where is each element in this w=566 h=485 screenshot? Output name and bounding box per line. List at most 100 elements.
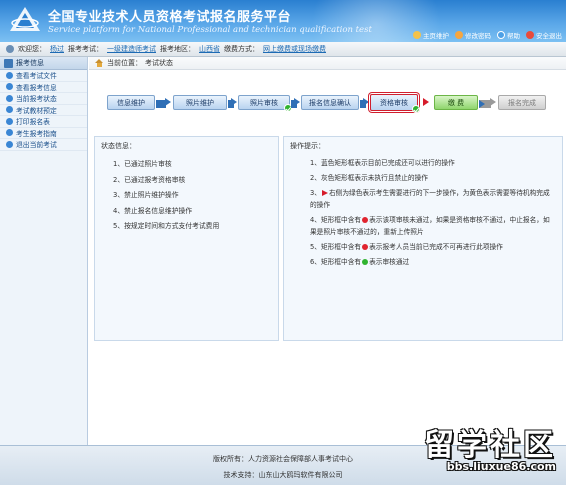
tip-text: 表示审核通过 (369, 258, 410, 266)
watermark-url: bbs.liuxue86.com (446, 460, 556, 473)
step-label: 缴 费 (447, 98, 465, 107)
sidebar-item-label: 考生报考指南 (16, 129, 57, 138)
next-step-arrow-icon (423, 98, 429, 106)
list-item: 3、 右侧为绿色表示考生需要进行的下一步操作，为黄色表示需要等待机构完成的操作 (310, 187, 556, 211)
sidebar-item-exit-exam[interactable]: 退出当前考试 (0, 139, 87, 151)
exam-label: 报考考试： (68, 45, 103, 53)
home-maintenance-link[interactable]: 主页维护 (413, 30, 449, 40)
top-links: 主页维护 修改密码 帮助 安全退出 (413, 30, 562, 40)
sidebar-title: 报考信息 (16, 59, 44, 67)
list-item: 2、已通过报考资格审核 (113, 175, 186, 184)
list-item: 6、矩形框中含有 表示审核通过 (310, 256, 556, 268)
bullet-icon (6, 83, 13, 91)
sidebar-item-view-exam-docs[interactable]: 查看考试文件 (0, 70, 87, 82)
tip-text: 表示报考人员当前已完成不可再进行此项操作 (369, 243, 503, 251)
breadcrumb: 当前位置： 考试状态 (89, 57, 566, 70)
arrow-right-icon (294, 98, 300, 106)
main-content: 当前位置： 考试状态 信息维护 照片维护 照片审核 报名信息确认 资格审核 缴 … (89, 57, 566, 445)
list-item: 4、禁止报名信息维护操作 (113, 206, 193, 215)
arrow-right-icon (165, 98, 171, 106)
operation-tips-title: 操作提示： (290, 142, 325, 150)
list-item: 2、灰色矩形框表示未执行且禁止的操作 (310, 172, 556, 184)
user-name-link[interactable]: 杨过 (50, 44, 64, 54)
step-label: 资格审核 (380, 98, 408, 107)
tip-text: 蓝色矩形框表示目前已完成还可以进行的操作 (320, 159, 455, 167)
sidebar-item-label: 打印报名表 (16, 118, 50, 127)
sidebar: 报考信息 查看考试文件 查看报考信息 当前报考状态 考试教材预定 打印报名表 考… (0, 57, 88, 445)
list-item: 5、矩形框中含有 表示报考人员当前已完成不可再进行此项操作 (310, 241, 556, 253)
red-minus-icon (362, 244, 369, 250)
sidebar-item-current-status[interactable]: 当前报考状态 (0, 93, 87, 105)
breadcrumb-current: 考试状态 (145, 59, 173, 67)
list-item: 5、按规定时间和方式支付考试费用 (113, 222, 220, 230)
check-icon (412, 105, 420, 113)
site-title: 全国专业技术人员资格考试报名服务平台 (48, 10, 292, 25)
watermark-title: 留学社区 (424, 428, 556, 463)
home-icon (413, 31, 421, 39)
operation-tips-panel: 操作提示： 1、蓝色矩形框表示目前已完成还可以进行的操作 2、灰色矩形框表示未执… (283, 136, 563, 341)
region-value-link[interactable]: 山西省 (199, 44, 220, 54)
step-photo-maintenance[interactable]: 照片维护 (173, 95, 227, 110)
sidebar-item-label: 查看考试文件 (16, 72, 57, 81)
key-icon (455, 31, 463, 39)
region-label: 报考地区： (160, 45, 195, 53)
bullet-icon (6, 140, 13, 148)
bullet-icon (6, 106, 13, 114)
list-item: 1、蓝色矩形框表示目前已完成还可以进行的操作 (310, 157, 556, 169)
sidebar-item-label: 查看报考信息 (16, 83, 57, 92)
welcome-label: 欢迎您： (18, 45, 46, 53)
status-list: 1、已通过照片审核 2、已通过报考资格审核 3、禁止照片维护操作 4、禁止报名信… (101, 157, 272, 235)
step-registration-confirm[interactable]: 报名信息确认 (301, 95, 359, 110)
sidebar-item-textbook-order[interactable]: 考试教材预定 (0, 105, 87, 116)
list-item: 3、禁止照片维护操作 (113, 191, 179, 199)
home-icon (95, 59, 104, 67)
printer-icon (6, 117, 13, 125)
site-banner: 全国专业技术人员资格考试报名服务平台 Service platform for … (0, 0, 566, 42)
step-label: 照片审核 (250, 98, 278, 107)
sidebar-item-label: 退出当前考试 (16, 141, 57, 150)
tip-prefix: 矩形框中含有 (320, 243, 362, 251)
tip-number: 6、 (310, 258, 321, 266)
step-label: 报名完成 (508, 98, 536, 107)
arrow-right-icon (490, 98, 496, 106)
logout-link[interactable]: 安全退出 (526, 30, 562, 40)
help-link[interactable]: 帮助 (497, 30, 520, 40)
logout-label: 安全退出 (536, 32, 562, 40)
arrow-right-icon (363, 98, 369, 106)
sidebar-item-view-registration-info[interactable]: 查看报考信息 (0, 82, 87, 93)
help-icon (497, 31, 505, 39)
sidebar-item-label: 考试教材预定 (16, 106, 57, 115)
step-qualification-review[interactable]: 资格审核 (370, 94, 420, 113)
sidebar-header: 报考信息 (0, 57, 87, 70)
tip-number: 2、 (310, 174, 321, 182)
tip-prefix: 矩形框中含有 (320, 258, 362, 266)
tip-number: 1、 (310, 159, 321, 167)
exam-value-link[interactable]: 一级建造师考试 (107, 44, 156, 54)
pay-method-link[interactable]: 网上缴费或现场缴费 (263, 44, 326, 54)
change-password-link[interactable]: 修改密码 (455, 30, 491, 40)
red-arrow-icon (321, 190, 328, 196)
sidebar-item-guide[interactable]: 考生报考指南 (0, 128, 87, 139)
operation-tips-list: 1、蓝色矩形框表示目前已完成还可以进行的操作 2、灰色矩形框表示未执行且禁止的操… (290, 157, 556, 268)
step-label: 信息维护 (117, 98, 145, 107)
user-icon (6, 45, 14, 53)
red-x-icon (362, 217, 369, 223)
watermark: 留学社区 bbs.liuxue86.com (402, 420, 562, 482)
step-info-maintenance[interactable]: 信息维护 (107, 95, 155, 110)
tip-number: 3、 (310, 189, 321, 197)
status-panel-title: 状态信息： (101, 142, 136, 150)
pay-method-label: 缴费方式： (224, 45, 259, 53)
change-password-label: 修改密码 (465, 32, 491, 40)
step-payment[interactable]: 缴 费 (434, 95, 478, 110)
user-info-bar: 欢迎您： 杨过 报考考试： 一级建造师考试 报考地区： 山西省 缴费方式： 网上… (0, 42, 566, 57)
book-icon (4, 58, 13, 68)
tip-number: 5、 (310, 243, 321, 251)
site-subtitle: Service platform for National Profession… (48, 25, 372, 35)
tip-text: 灰色矩形框表示未执行且禁止的操作 (320, 174, 428, 182)
sidebar-item-print-form[interactable]: 打印报名表 (0, 116, 87, 128)
progress-steps: 信息维护 照片维护 照片审核 报名信息确认 资格审核 缴 费 报名完成 (107, 91, 547, 115)
step-photo-review[interactable]: 照片审核 (238, 95, 292, 112)
bullet-icon (6, 129, 13, 137)
tip-prefix: 矩形框中含有 (320, 216, 362, 224)
arrow-right-icon (231, 98, 237, 106)
